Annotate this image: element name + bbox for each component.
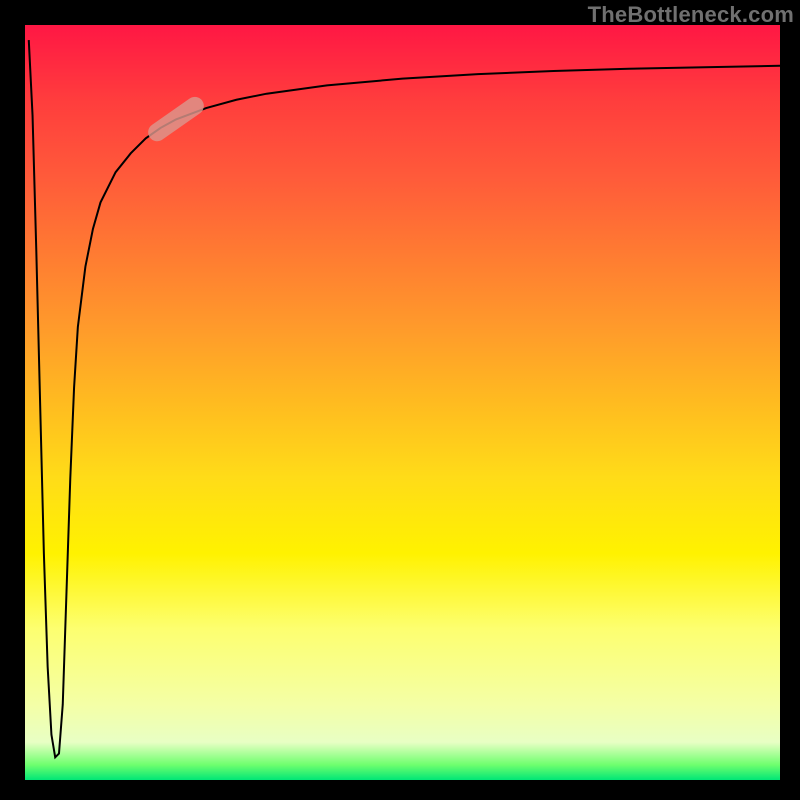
y-axis-band xyxy=(0,0,25,800)
watermark-text: TheBottleneck.com xyxy=(588,2,794,28)
x-axis-band xyxy=(0,780,800,800)
bottleneck-curve xyxy=(25,25,780,780)
chart-container: TheBottleneck.com xyxy=(0,0,800,800)
